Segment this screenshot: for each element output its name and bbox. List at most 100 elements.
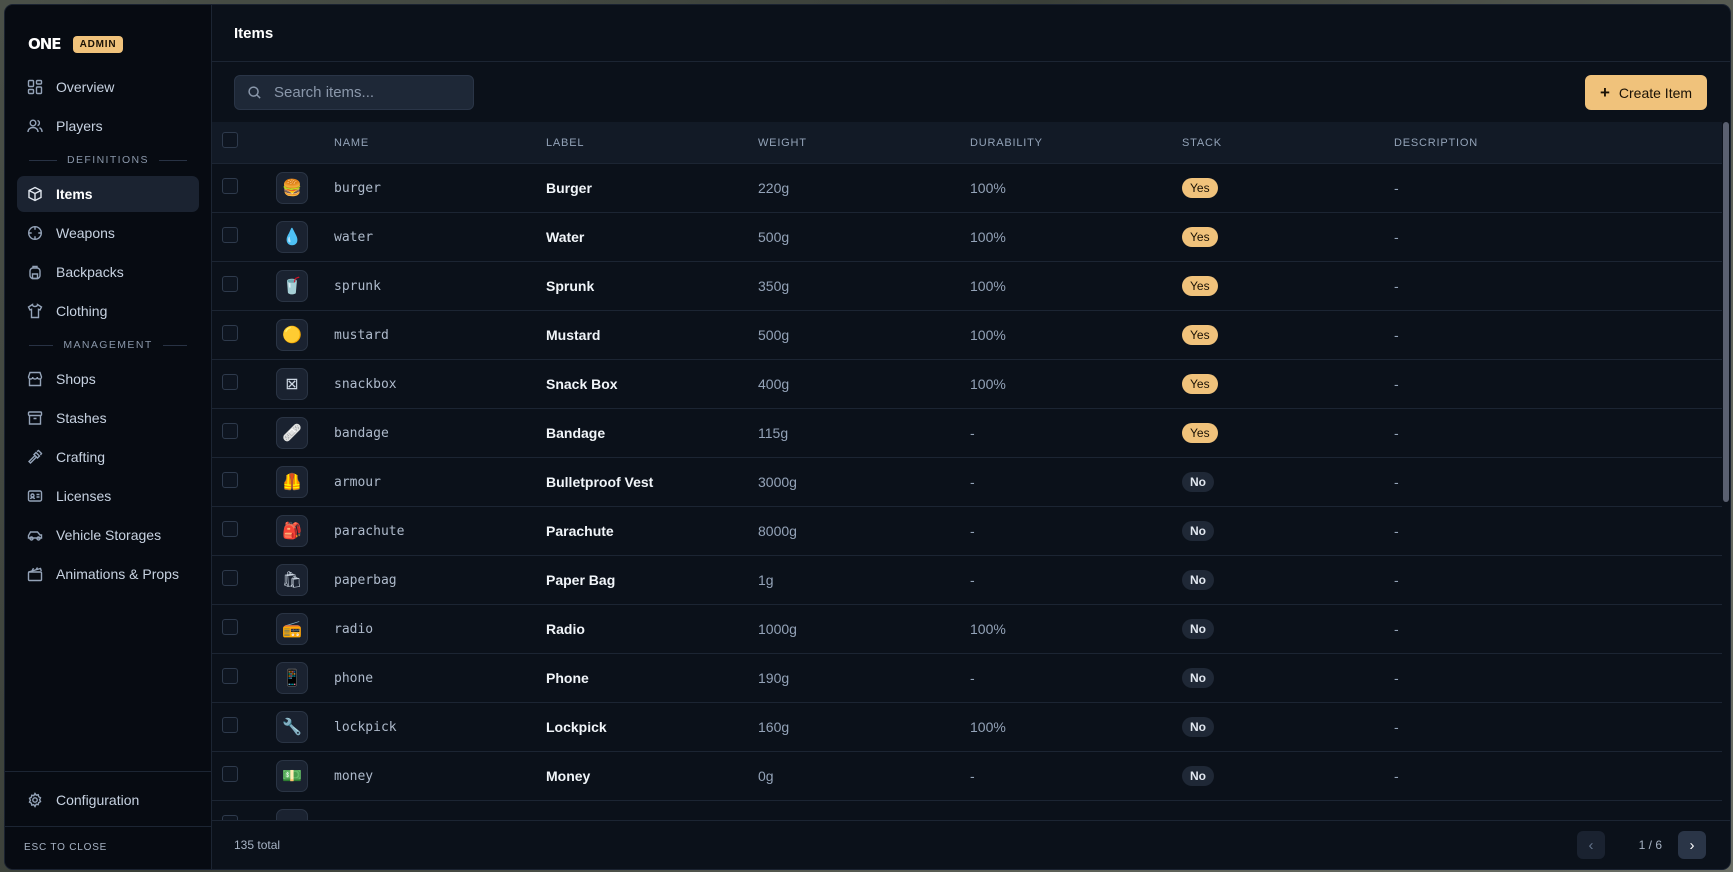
table-row[interactable]: 💧 water Water 500g 100% Yes - [212, 213, 1722, 262]
users-icon [27, 119, 43, 133]
table-row[interactable]: 🛍 paperbag Paper Bag 1g - No - [212, 556, 1722, 605]
sidebar-item-licenses[interactable]: Licenses [17, 478, 199, 514]
prev-page-button[interactable]: ‹ [1577, 831, 1605, 859]
row-checkbox[interactable] [222, 324, 238, 341]
table-row[interactable]: 🍔 burger Burger 220g 100% Yes - [212, 164, 1722, 213]
column-header-description[interactable]: DESCRIPTION [1394, 137, 1722, 149]
item-thumbnail: 🥤 [276, 270, 308, 302]
item-name: paperbag [334, 572, 397, 588]
item-durability: - [970, 474, 975, 490]
row-checkbox[interactable] [222, 716, 238, 733]
table-row[interactable]: 💵 money Money 0g - No - [212, 752, 1722, 801]
stack-badge: No [1182, 570, 1214, 590]
column-header-label[interactable]: LABEL [546, 137, 758, 149]
sidebar-item-backpacks[interactable]: Backpacks [17, 254, 199, 290]
sidebar-item-shops[interactable]: Shops [17, 361, 199, 397]
sidebar-item-players[interactable]: Players [17, 108, 199, 144]
scrollbar-thumb[interactable] [1723, 122, 1729, 502]
item-thumbnail: 🛍 [276, 564, 308, 596]
item-name: mustard [334, 327, 389, 343]
search-input[interactable] [272, 83, 456, 102]
admin-window: ONE ADMIN Overview Players DEFINITIONS I… [5, 5, 1730, 869]
item-label: Burger [546, 180, 592, 196]
sidebar-item-animations-props[interactable]: Animations & Props [17, 556, 199, 592]
table-row[interactable]: 📱 phone Phone 190g - No - [212, 654, 1722, 703]
item-stack-cell: Yes [1182, 276, 1394, 296]
page-header [212, 5, 1730, 62]
sidebar-item-vehicle-storages[interactable]: Vehicle Storages [17, 517, 199, 553]
item-weight: 1000g [758, 621, 797, 637]
item-thumbnail: 💧 [276, 221, 308, 253]
table-row[interactable]: 📻 radio Radio 1000g 100% No - [212, 605, 1722, 654]
item-thumbnail: 📱 [276, 662, 308, 694]
row-checkbox[interactable] [222, 422, 238, 439]
table-row[interactable]: 🦺 armour Bulletproof Vest 3000g - No - [212, 458, 1722, 507]
stack-badge: No [1182, 619, 1214, 639]
item-description: - [1394, 229, 1399, 245]
table-row[interactable]: ⊠ snackbox Snack Box 400g 100% Yes - [212, 360, 1722, 409]
item-durability: 100% [970, 180, 1006, 196]
column-header-weight[interactable]: WEIGHT [758, 137, 970, 149]
item-name: burger [334, 180, 381, 196]
row-checkbox[interactable] [222, 569, 238, 586]
sidebar-item-configuration[interactable]: Configuration [17, 782, 199, 818]
sidebar-item-clothing[interactable]: Clothing [17, 293, 199, 329]
column-header-stack[interactable]: STACK [1182, 137, 1394, 149]
grid-icon [27, 79, 43, 95]
sidebar-item-items[interactable]: Items [17, 176, 199, 212]
table-row[interactable]: 🥤 sprunk Sprunk 350g 100% Yes - [212, 262, 1722, 311]
item-name: sprunk [334, 278, 381, 294]
row-checkbox[interactable] [222, 226, 238, 243]
row-checkbox[interactable] [222, 177, 238, 194]
section-label-management: MANAGEMENT [29, 332, 187, 358]
item-weight: 500g [758, 327, 790, 343]
row-checkbox[interactable] [222, 373, 238, 390]
sidebar-item-overview[interactable]: Overview [17, 69, 199, 105]
item-label: Parachute [546, 523, 614, 539]
select-all-checkbox[interactable] [222, 132, 238, 148]
sidebar: ONE ADMIN Overview Players DEFINITIONS I… [5, 5, 212, 869]
column-header-name[interactable]: NAME [334, 137, 546, 149]
item-image-icon: 🎒 [282, 523, 302, 540]
sidebar-item-label: Configuration [56, 792, 140, 808]
row-checkbox[interactable] [222, 765, 238, 782]
item-name: bandage [334, 425, 389, 441]
item-thumbnail: 🍔 [276, 172, 308, 204]
sidebar-item-weapons[interactable]: Weapons [17, 215, 199, 251]
search-box[interactable] [234, 75, 474, 110]
table-body: 🍔 burger Burger 220g 100% Yes - 💧 water Water 500g… [212, 164, 1722, 825]
item-durability: - [970, 572, 975, 588]
item-image-icon: 📱 [282, 670, 302, 687]
item-description: - [1394, 719, 1399, 735]
sidebar-item-stashes[interactable]: Stashes [17, 400, 199, 436]
item-name: snackbox [334, 376, 397, 392]
column-header-durability[interactable]: DURABILITY [970, 137, 1182, 149]
table-row[interactable]: 🩹 bandage Bandage 115g - Yes - [212, 409, 1722, 458]
stack-badge: No [1182, 472, 1214, 492]
row-checkbox[interactable] [222, 520, 238, 537]
table-row[interactable]: 🟡 mustard Mustard 500g 100% Yes - [212, 311, 1722, 360]
table-row[interactable]: 🎒 parachute Parachute 8000g - No - [212, 507, 1722, 556]
item-weight: 500g [758, 229, 790, 245]
clapperboard-icon [27, 567, 43, 582]
sidebar-item-crafting[interactable]: Crafting [17, 439, 199, 475]
create-item-button[interactable]: + Create Item [1585, 75, 1707, 110]
stack-badge: No [1182, 766, 1214, 786]
item-durability: 100% [970, 719, 1006, 735]
row-checkbox[interactable] [222, 471, 238, 488]
table-scrollbar[interactable] [1722, 122, 1730, 825]
page-title: Items [234, 25, 274, 42]
item-stack-cell: Yes [1182, 227, 1394, 247]
row-checkbox[interactable] [222, 275, 238, 292]
chevron-right-icon: › [1689, 836, 1695, 854]
row-checkbox[interactable] [222, 667, 238, 684]
esc-to-close[interactable]: ESC TO CLOSE [5, 826, 211, 869]
next-page-button[interactable]: › [1678, 831, 1706, 859]
item-description: - [1394, 768, 1399, 784]
sidebar-item-label: Weapons [56, 225, 115, 241]
item-weight: 8000g [758, 523, 797, 539]
item-name: money [334, 768, 374, 784]
brand: ONE ADMIN [5, 5, 211, 59]
row-checkbox[interactable] [222, 618, 238, 635]
table-row[interactable]: 🔧 lockpick Lockpick 160g 100% No - [212, 703, 1722, 752]
